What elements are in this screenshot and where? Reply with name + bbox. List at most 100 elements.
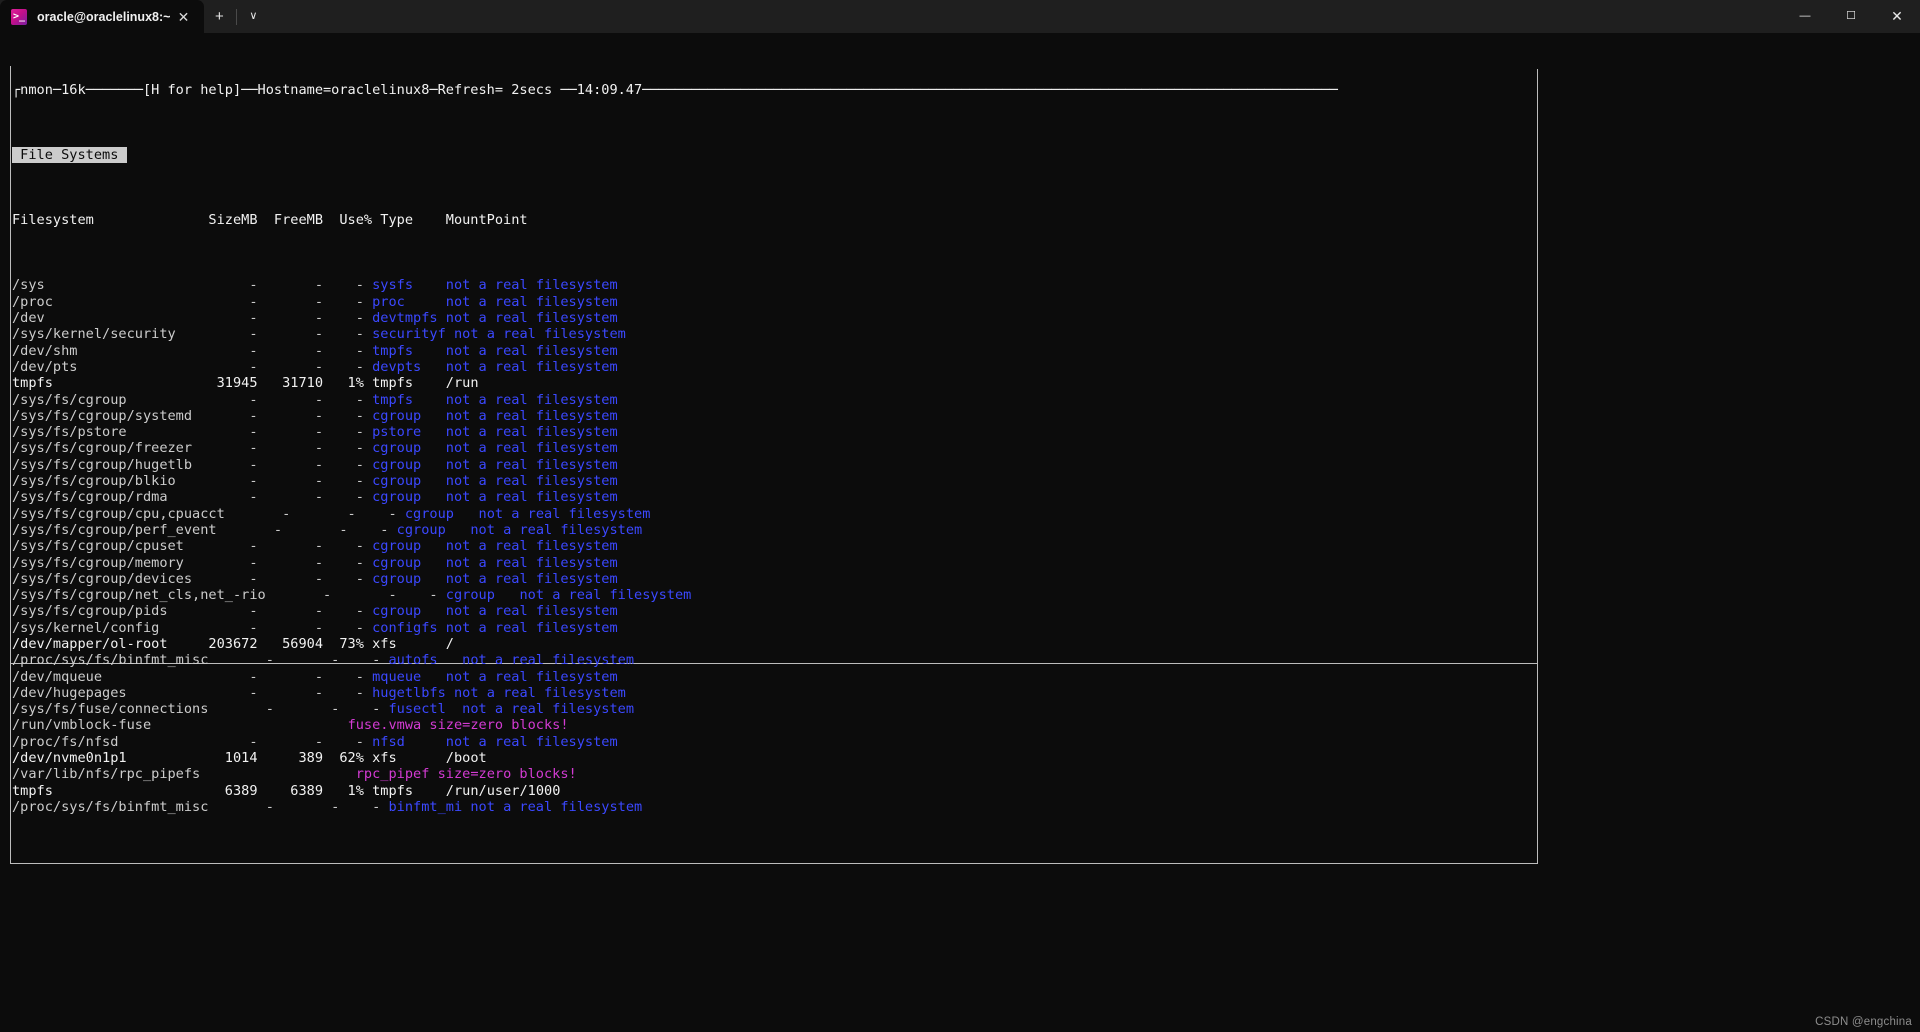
cell-filesystem: /dev/shm <box>12 342 193 359</box>
cell-metrics: - - - <box>208 652 389 669</box>
cell-type: tmpfs <box>372 375 446 392</box>
new-tab-button[interactable]: + <box>204 0 234 33</box>
cell-metrics: - - - <box>192 684 373 701</box>
table-row: /sys/fs/cgroup/pids - - - cgroup not a r… <box>12 603 1338 619</box>
cell-mountpoint: not a real filesystem <box>445 733 618 750</box>
cell-metrics: - - - <box>192 538 373 555</box>
cell-filesystem: /sys/fs/cgroup/freezer <box>12 440 193 457</box>
cell-filesystem: /sys/fs/cgroup/systemd <box>12 407 193 424</box>
cell-metrics: 6389 6389 1% <box>192 782 373 799</box>
cell-filesystem: /sys/fs/pstore <box>12 424 193 441</box>
cell-metrics: - - - <box>192 668 373 685</box>
cell-metrics: - - - <box>192 456 373 473</box>
cell-metrics: - - - <box>208 798 389 815</box>
cell-metrics: 31945 31710 1% <box>192 375 373 392</box>
title-bar: >_ oracle@oraclelinux8:~ ✕ + ∨ — ☐ ✕ <box>0 0 1920 33</box>
terminal-icon: >_ <box>11 8 27 25</box>
cell-metrics: - - - <box>192 326 373 343</box>
cell-type: fusectl <box>388 701 463 718</box>
cell-mountpoint: not a real filesystem <box>445 603 618 620</box>
cell-type: tmpfs <box>372 782 446 799</box>
cell-filesystem: /proc <box>12 293 193 310</box>
cell-metrics: - - - <box>192 473 373 490</box>
cell-type: pstore <box>372 424 446 441</box>
cell-mountpoint: size=zero blocks! <box>437 766 577 783</box>
table-row: /sys/fs/cgroup/rdma - - - cgroup not a r… <box>12 489 1338 505</box>
table-row: /sys/fs/pstore - - - pstore not a real f… <box>12 424 1338 440</box>
cell-mountpoint: not a real filesystem <box>445 554 618 571</box>
cell-mountpoint: /run/user/1000 <box>445 782 561 799</box>
cell-metrics: - - - <box>192 293 373 310</box>
table-row: /dev/hugepages - - - hugetlbfs not a rea… <box>12 685 1338 701</box>
cell-type: binfmt_mi <box>388 798 471 815</box>
table-row: /sys/kernel/security - - - securityf not… <box>12 326 1338 342</box>
cell-type: cgroup <box>372 603 446 620</box>
cell-metrics: - - - <box>192 440 373 457</box>
chevron-down-icon[interactable]: ∨ <box>239 0 267 33</box>
cell-type: cgroup <box>372 554 446 571</box>
cell-metrics: - - - <box>192 407 373 424</box>
cell-filesystem: /sys/fs/cgroup/memory <box>12 554 193 571</box>
cell-type: cgroup <box>372 489 446 506</box>
file-systems-title: File Systems <box>12 147 127 164</box>
close-tab-icon[interactable]: ✕ <box>170 10 196 24</box>
cell-metrics: - - - <box>208 701 389 718</box>
minimize-button[interactable]: — <box>1782 0 1828 33</box>
tab-oracle-session[interactable]: >_ oracle@oraclelinux8:~ ✕ <box>0 0 205 33</box>
cell-filesystem: /sys/fs/cgroup/pids <box>12 603 193 620</box>
nmon-screen: ┌nmon─16k───────[H for help]──Hostname=o… <box>12 33 1338 848</box>
cell-mountpoint: not a real filesystem <box>445 619 618 636</box>
cell-filesystem: /proc/sys/fs/binfmt_misc <box>12 652 209 669</box>
nmon-column-header: Filesystem SizeMB FreeMB Use% Type Mount… <box>12 212 528 229</box>
cell-filesystem: /sys/kernel/security <box>12 326 193 343</box>
cell-mountpoint: not a real filesystem <box>445 570 618 587</box>
table-row: /dev/pts - - - devpts not a real filesys… <box>12 359 1338 375</box>
cell-filesystem: /sys/fs/cgroup <box>12 391 193 408</box>
cell-mountpoint: not a real filesystem <box>462 701 635 718</box>
cell-filesystem: /dev/hugepages <box>12 684 193 701</box>
cell-type: devtmpfs <box>372 310 446 327</box>
table-row: /proc/fs/nfsd - - - nfsd not a real file… <box>12 734 1338 750</box>
table-row: /sys/fs/cgroup/memory - - - cgroup not a… <box>12 555 1338 571</box>
cell-type: cgroup <box>445 587 520 604</box>
nmon-frame-left-tick <box>10 66 11 71</box>
cell-mountpoint: not a real filesystem <box>445 407 618 424</box>
cell-mountpoint: size=zero blocks! <box>429 717 569 734</box>
cell-filesystem: /sys/fs/fuse/connections <box>12 701 209 718</box>
cell-mountpoint: / <box>445 635 454 652</box>
cell-metrics: - - - <box>192 358 373 375</box>
cell-type: xfs <box>372 750 446 767</box>
cell-mountpoint: not a real filesystem <box>445 293 618 310</box>
cell-type: tmpfs <box>372 342 446 359</box>
terminal-viewport[interactable]: ┌nmon─16k───────[H for help]──Hostname=o… <box>0 33 1920 1032</box>
cell-mountpoint: not a real filesystem <box>445 424 618 441</box>
cell-mountpoint: not a real filesystem <box>445 310 618 327</box>
table-row: /sys/fs/cgroup/devices - - - cgroup not … <box>12 571 1338 587</box>
table-row: /dev/mapper/ol-root 203672 56904 73% xfs… <box>12 636 1338 652</box>
cell-type: devpts <box>372 358 446 375</box>
cell-mountpoint: not a real filesystem <box>470 521 643 538</box>
cell-mountpoint: not a real filesystem <box>445 473 618 490</box>
maximize-button[interactable]: ☐ <box>1828 0 1874 33</box>
cell-type: cgroup <box>404 505 479 522</box>
cell-filesystem: /dev/mapper/ol-root <box>12 635 193 652</box>
table-row: /sys/fs/cgroup/cpu,cpuacct - - - cgroup … <box>12 506 1338 522</box>
nmon-header-line: ┌nmon─16k───────[H for help]──Hostname=o… <box>12 81 1338 98</box>
filesystem-row-list: /sys - - - sysfs not a real filesystem/p… <box>12 277 1338 815</box>
cell-mountpoint: /run <box>445 375 479 392</box>
table-row: /sys - - - sysfs not a real filesystem <box>12 277 1338 293</box>
cell-type: autofs <box>388 652 463 669</box>
cell-type: proc <box>372 293 446 310</box>
close-window-button[interactable]: ✕ <box>1874 0 1920 33</box>
table-row: /dev/mqueue - - - mqueue not a real file… <box>12 669 1338 685</box>
cell-filesystem: /dev/nvme0n1p1 <box>12 750 193 767</box>
window-controls: — ☐ ✕ <box>1782 0 1920 33</box>
table-row: /sys/fs/cgroup/cpuset - - - cgroup not a… <box>12 538 1338 554</box>
cell-mountpoint: not a real filesystem <box>453 684 626 701</box>
tab-strip: >_ oracle@oraclelinux8:~ ✕ + ∨ <box>0 0 267 33</box>
table-row: /dev/nvme0n1p1 1014 389 62% xfs /boot <box>12 750 1338 766</box>
cell-type: nfsd <box>372 733 446 750</box>
cell-filesystem: /var/lib/nfs/rpc_pipefs <box>12 766 201 783</box>
cell-mountpoint: not a real filesystem <box>445 456 618 473</box>
cell-filesystem: /dev <box>12 310 193 327</box>
